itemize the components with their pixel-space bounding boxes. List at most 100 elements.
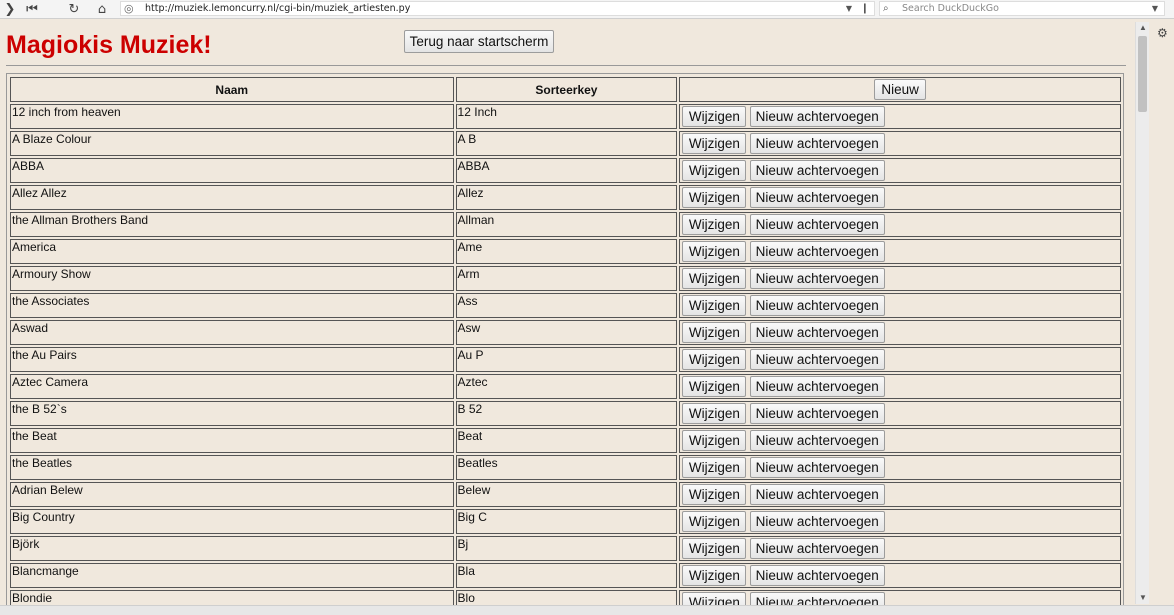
- artist-sort-key: A B: [455, 131, 678, 156]
- row-actions: Wijzigen Nieuw achtervoegen: [679, 158, 1121, 183]
- artist-sort-key: 12 Inch: [455, 104, 678, 129]
- url-text[interactable]: http://muziek.lemoncurry.nl/cgi-bin/muzi…: [145, 2, 410, 16]
- append-button[interactable]: Nieuw achtervoegen: [749, 106, 885, 127]
- scroll-thumb[interactable]: [1138, 36, 1147, 112]
- edit-button[interactable]: Wijzigen: [682, 376, 747, 397]
- artist-sort-key: Belew: [455, 482, 678, 507]
- append-button[interactable]: Nieuw achtervoegen: [749, 457, 885, 478]
- table-body: 12 inch from heaven 12 Inch Wijzigen Nieuw…: [10, 104, 1121, 614]
- url-bar[interactable]: ◎ http://muziek.lemoncurry.nl/cgi-bin/mu…: [120, 1, 875, 16]
- table-row: Aztec Camera Aztec Wijzigen Nieuw achtervo…: [10, 374, 1121, 399]
- row-actions: Wijzigen Nieuw achtervoegen: [679, 266, 1121, 291]
- table-row: the Allman Brothers Band Allman Wijzigen N…: [10, 212, 1121, 237]
- artist-sort-key: Ame: [455, 239, 678, 264]
- artist-name: Aztec Camera: [10, 374, 454, 399]
- edit-button[interactable]: Wijzigen: [682, 565, 747, 586]
- append-button[interactable]: Nieuw achtervoegen: [749, 241, 885, 262]
- artist-table: Naam Sorteerkey Nieuw 12 inch from heave…: [8, 75, 1123, 614]
- table-row: Adrian Belew Belew Wijzigen Nieuw achtervo…: [10, 482, 1121, 507]
- edit-button[interactable]: Wijzigen: [682, 430, 747, 451]
- append-button[interactable]: Nieuw achtervoegen: [749, 565, 885, 586]
- artist-sort-key: Au P: [455, 347, 678, 372]
- header-actions: Nieuw: [679, 77, 1121, 102]
- append-button[interactable]: Nieuw achtervoegen: [749, 187, 885, 208]
- row-actions: Wijzigen Nieuw achtervoegen: [679, 239, 1121, 264]
- row-actions: Wijzigen Nieuw achtervoegen: [679, 185, 1121, 210]
- artist-table-container: Naam Sorteerkey Nieuw 12 inch from heave…: [6, 73, 1124, 614]
- table-row: ABBA ABBA Wijzigen Nieuw achtervoegen: [10, 158, 1121, 183]
- skip-back-icon[interactable]: ⏮: [22, 0, 42, 18]
- artist-name: the Beatles: [10, 455, 454, 480]
- artist-name: the B 52`s: [10, 401, 454, 426]
- edit-button[interactable]: Wijzigen: [682, 106, 747, 127]
- edit-button[interactable]: Wijzigen: [682, 349, 747, 370]
- scroll-down-icon[interactable]: ▼: [1136, 592, 1150, 604]
- chevron-down-icon[interactable]: ▼: [846, 2, 852, 16]
- table-row: Big Country Big C Wijzigen Nieuw achtervoe…: [10, 509, 1121, 534]
- artist-name: ABBA: [10, 158, 454, 183]
- table-header-row: Naam Sorteerkey Nieuw: [10, 77, 1121, 102]
- search-bar[interactable]: ⌕ Search DuckDuckGo ▼: [879, 1, 1165, 16]
- append-button[interactable]: Nieuw achtervoegen: [749, 322, 885, 343]
- artist-sort-key: Aztec: [455, 374, 678, 399]
- table-row: Allez Allez Allez Wijzigen Nieuw achtervoe…: [10, 185, 1121, 210]
- edit-button[interactable]: Wijzigen: [682, 538, 747, 559]
- table-row: A Blaze Colour A B Wijzigen Nieuw achtervo…: [10, 131, 1121, 156]
- append-button[interactable]: Nieuw achtervoegen: [749, 484, 885, 505]
- edit-button[interactable]: Wijzigen: [682, 457, 747, 478]
- append-button[interactable]: Nieuw achtervoegen: [749, 214, 885, 235]
- append-button[interactable]: Nieuw achtervoegen: [749, 403, 885, 424]
- edit-button[interactable]: Wijzigen: [682, 268, 747, 289]
- append-button[interactable]: Nieuw achtervoegen: [749, 349, 885, 370]
- row-actions: Wijzigen Nieuw achtervoegen: [679, 482, 1121, 507]
- extension-icon[interactable]: ⚙: [1157, 26, 1168, 40]
- edit-button[interactable]: Wijzigen: [682, 241, 747, 262]
- artist-sort-key: Big C: [455, 509, 678, 534]
- scroll-up-icon[interactable]: ▲: [1136, 22, 1150, 34]
- append-button[interactable]: Nieuw achtervoegen: [749, 376, 885, 397]
- edit-button[interactable]: Wijzigen: [682, 322, 747, 343]
- append-button[interactable]: Nieuw achtervoegen: [749, 511, 885, 532]
- edit-button[interactable]: Wijzigen: [682, 295, 747, 316]
- row-actions: Wijzigen Nieuw achtervoegen: [679, 293, 1121, 318]
- new-artist-button[interactable]: Nieuw: [874, 79, 927, 100]
- table-row: America Ame Wijzigen Nieuw achtervoegen: [10, 239, 1121, 264]
- row-actions: Wijzigen Nieuw achtervoegen: [679, 536, 1121, 561]
- page-title: Magiokis Muziek!: [6, 31, 212, 59]
- artist-sort-key: Ass: [455, 293, 678, 318]
- chevron-down-icon[interactable]: ▼: [1152, 2, 1158, 16]
- home-button[interactable]: Terug naar startscherm: [404, 30, 554, 53]
- edit-button[interactable]: Wijzigen: [682, 160, 747, 181]
- row-actions: Wijzigen Nieuw achtervoegen: [679, 320, 1121, 345]
- reload-icon[interactable]: ↻: [64, 0, 84, 18]
- edit-button[interactable]: Wijzigen: [682, 403, 747, 424]
- artist-sort-key: Asw: [455, 320, 678, 345]
- artist-name: A Blaze Colour: [10, 131, 454, 156]
- forward-icon[interactable]: ❯: [0, 0, 20, 18]
- artist-sort-key: Beatles: [455, 455, 678, 480]
- search-input[interactable]: Search DuckDuckGo: [902, 2, 999, 16]
- artist-name: America: [10, 239, 454, 264]
- edit-button[interactable]: Wijzigen: [682, 187, 747, 208]
- table-row: the Beatles Beatles Wijzigen Nieuw achterv…: [10, 455, 1121, 480]
- artist-name: 12 inch from heaven: [10, 104, 454, 129]
- artist-name: Adrian Belew: [10, 482, 454, 507]
- browser-toolbar: ❯ ⏮ ↻ ⌂ ◎ http://muziek.lemoncurry.nl/cg…: [0, 0, 1174, 19]
- artist-name: Big Country: [10, 509, 454, 534]
- append-button[interactable]: Nieuw achtervoegen: [749, 268, 885, 289]
- row-actions: Wijzigen Nieuw achtervoegen: [679, 347, 1121, 372]
- bookmark-icon[interactable]: ❙: [861, 2, 869, 16]
- append-button[interactable]: Nieuw achtervoegen: [749, 133, 885, 154]
- append-button[interactable]: Nieuw achtervoegen: [749, 160, 885, 181]
- edit-button[interactable]: Wijzigen: [682, 214, 747, 235]
- page-scrollbar[interactable]: ▲ ▼: [1135, 22, 1149, 604]
- append-button[interactable]: Nieuw achtervoegen: [749, 295, 885, 316]
- home-icon[interactable]: ⌂: [92, 0, 112, 18]
- row-actions: Wijzigen Nieuw achtervoegen: [679, 374, 1121, 399]
- append-button[interactable]: Nieuw achtervoegen: [749, 538, 885, 559]
- edit-button[interactable]: Wijzigen: [682, 133, 747, 154]
- append-button[interactable]: Nieuw achtervoegen: [749, 430, 885, 451]
- edit-button[interactable]: Wijzigen: [682, 511, 747, 532]
- artist-name: Björk: [10, 536, 454, 561]
- edit-button[interactable]: Wijzigen: [682, 484, 747, 505]
